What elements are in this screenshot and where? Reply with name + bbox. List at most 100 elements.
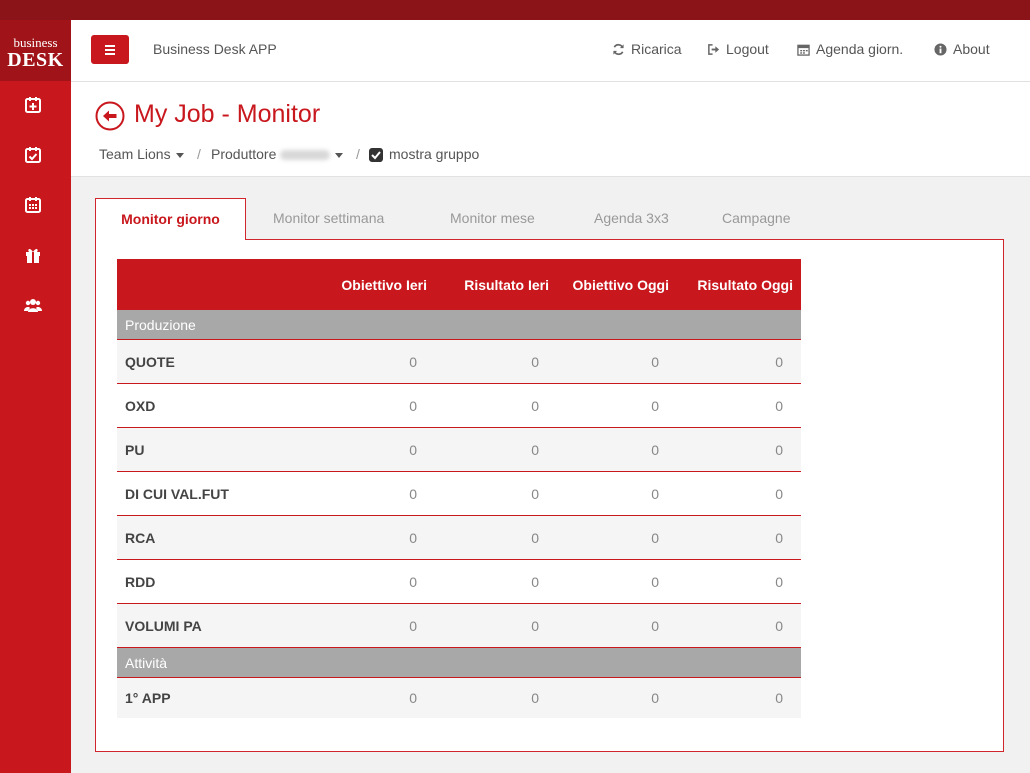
column-header: Risultato Ieri: [435, 259, 557, 310]
row-label: VOLUMI PA: [117, 603, 331, 648]
brand-logo[interactable]: business DESK: [0, 20, 71, 81]
table-row: QUOTE 0 0 0 0: [117, 339, 801, 384]
row-label: 1° APP: [117, 677, 331, 718]
table-cell: 0: [677, 677, 801, 718]
table-cell: 0: [331, 339, 435, 384]
tab-monitor-mese[interactable]: Monitor mese: [450, 198, 535, 239]
logout-icon: [708, 43, 720, 55]
table-cell: 0: [435, 515, 557, 560]
calendar-icon: [797, 44, 810, 56]
table-cell: 0: [435, 427, 557, 472]
users-icon[interactable]: [24, 296, 42, 314]
table-row: RDD 0 0 0 0: [117, 559, 801, 604]
table-cell: 0: [331, 427, 435, 472]
reload-label: Ricarica: [631, 41, 682, 57]
page-header: My Job - Monitor Team Lions / Produttore…: [71, 82, 1030, 177]
column-header: Obiettivo Ieri: [331, 259, 435, 310]
show-group-checkbox[interactable]: [369, 148, 383, 162]
row-label: RCA: [117, 515, 331, 560]
agenda-link[interactable]: Agenda giorn.: [797, 41, 903, 57]
logout-label: Logout: [726, 41, 769, 57]
producer-dropdown[interactable]: Produttore: [211, 146, 344, 162]
top-strip: [0, 0, 1030, 20]
menu-toggle-button[interactable]: [91, 35, 129, 64]
redacted-name: [280, 150, 331, 161]
table-cell: 0: [677, 471, 801, 516]
table-header-row: Obiettivo Ieri Risultato Ieri Obiettivo …: [117, 259, 801, 310]
table-cell: 0: [557, 515, 677, 560]
table-cell: 0: [331, 383, 435, 428]
team-label: Team Lions: [99, 146, 171, 162]
brand-line1: business: [13, 35, 58, 50]
table-row: OXD 0 0 0 0: [117, 383, 801, 428]
table-row: PU 0 0 0 0: [117, 427, 801, 472]
table-row: RCA 0 0 0 0: [117, 515, 801, 560]
section-label: Attività: [117, 647, 801, 678]
table-cell: 0: [677, 427, 801, 472]
table-row: DI CUI VAL.FUT 0 0 0 0: [117, 471, 801, 516]
tab-agenda-3x3[interactable]: Agenda 3x3: [594, 198, 669, 239]
table-cell: 0: [677, 515, 801, 560]
column-header: [117, 259, 331, 310]
table-cell: 0: [435, 559, 557, 604]
table-cell: 0: [677, 603, 801, 648]
table-cell: 0: [557, 559, 677, 604]
section-header-row: Produzione: [117, 310, 801, 340]
tab-campagne[interactable]: Campagne: [722, 198, 791, 239]
chevron-down-icon: [335, 152, 344, 158]
row-label: OXD: [117, 383, 331, 428]
column-header: Risultato Oggi: [677, 259, 801, 310]
table-cell: 0: [331, 559, 435, 604]
reload-link[interactable]: Ricarica: [612, 41, 682, 57]
app-title: Business Desk APP: [153, 41, 277, 57]
breadcrumb-separator: /: [197, 146, 201, 162]
top-header: Business Desk APP Ricarica Logout Agenda…: [71, 20, 1030, 82]
calendar-check-icon[interactable]: [24, 146, 42, 164]
back-arrow-icon[interactable]: [95, 101, 125, 131]
table-cell: 0: [331, 471, 435, 516]
row-label: PU: [117, 427, 331, 472]
calendar-icon[interactable]: [24, 196, 42, 214]
calendar-plus-icon[interactable]: [24, 96, 42, 114]
table-cell: 0: [435, 383, 557, 428]
producer-label: Produttore: [211, 146, 277, 162]
table-row: VOLUMI PA 0 0 0 0: [117, 603, 801, 648]
tab-monitor-giorno[interactable]: Monitor giorno: [95, 198, 246, 240]
table-cell: 0: [435, 471, 557, 516]
table-cell: 0: [557, 603, 677, 648]
monitor-table: Obiettivo Ieri Risultato Ieri Obiettivo …: [117, 259, 801, 718]
page-title: My Job - Monitor: [134, 100, 321, 128]
about-link[interactable]: About: [934, 41, 990, 57]
table-cell: 0: [557, 471, 677, 516]
tab-monitor-settimana[interactable]: Monitor settimana: [273, 198, 384, 239]
info-icon: [934, 42, 947, 56]
logout-link[interactable]: Logout: [707, 41, 769, 57]
breadcrumb-separator: /: [356, 146, 360, 162]
row-label: QUOTE: [117, 339, 331, 384]
table-cell: 0: [677, 559, 801, 604]
table-cell: 0: [435, 339, 557, 384]
row-label: DI CUI VAL.FUT: [117, 471, 331, 516]
brand-line2: DESK: [7, 49, 64, 71]
table-cell: 0: [557, 427, 677, 472]
table-cell: 0: [435, 677, 557, 718]
show-group-label: mostra gruppo: [389, 146, 480, 162]
table-cell: 0: [677, 383, 801, 428]
table-cell: 0: [677, 339, 801, 384]
table-cell: 0: [331, 677, 435, 718]
about-label: About: [953, 41, 990, 57]
team-dropdown[interactable]: Team Lions: [99, 146, 184, 162]
table-cell: 0: [435, 603, 557, 648]
refresh-icon: [613, 43, 624, 55]
table-cell: 0: [557, 677, 677, 718]
gift-icon[interactable]: [24, 246, 42, 264]
agenda-label: Agenda giorn.: [816, 41, 904, 57]
table-row: 1° APP 0 0 0 0: [117, 677, 801, 718]
sidebar: business DESK: [0, 20, 71, 773]
chevron-down-icon: [175, 152, 184, 158]
section-label: Produzione: [117, 310, 801, 340]
column-header: Obiettivo Oggi: [557, 259, 677, 310]
section-header-row: Attività: [117, 647, 801, 678]
table-cell: 0: [557, 339, 677, 384]
table-cell: 0: [331, 603, 435, 648]
